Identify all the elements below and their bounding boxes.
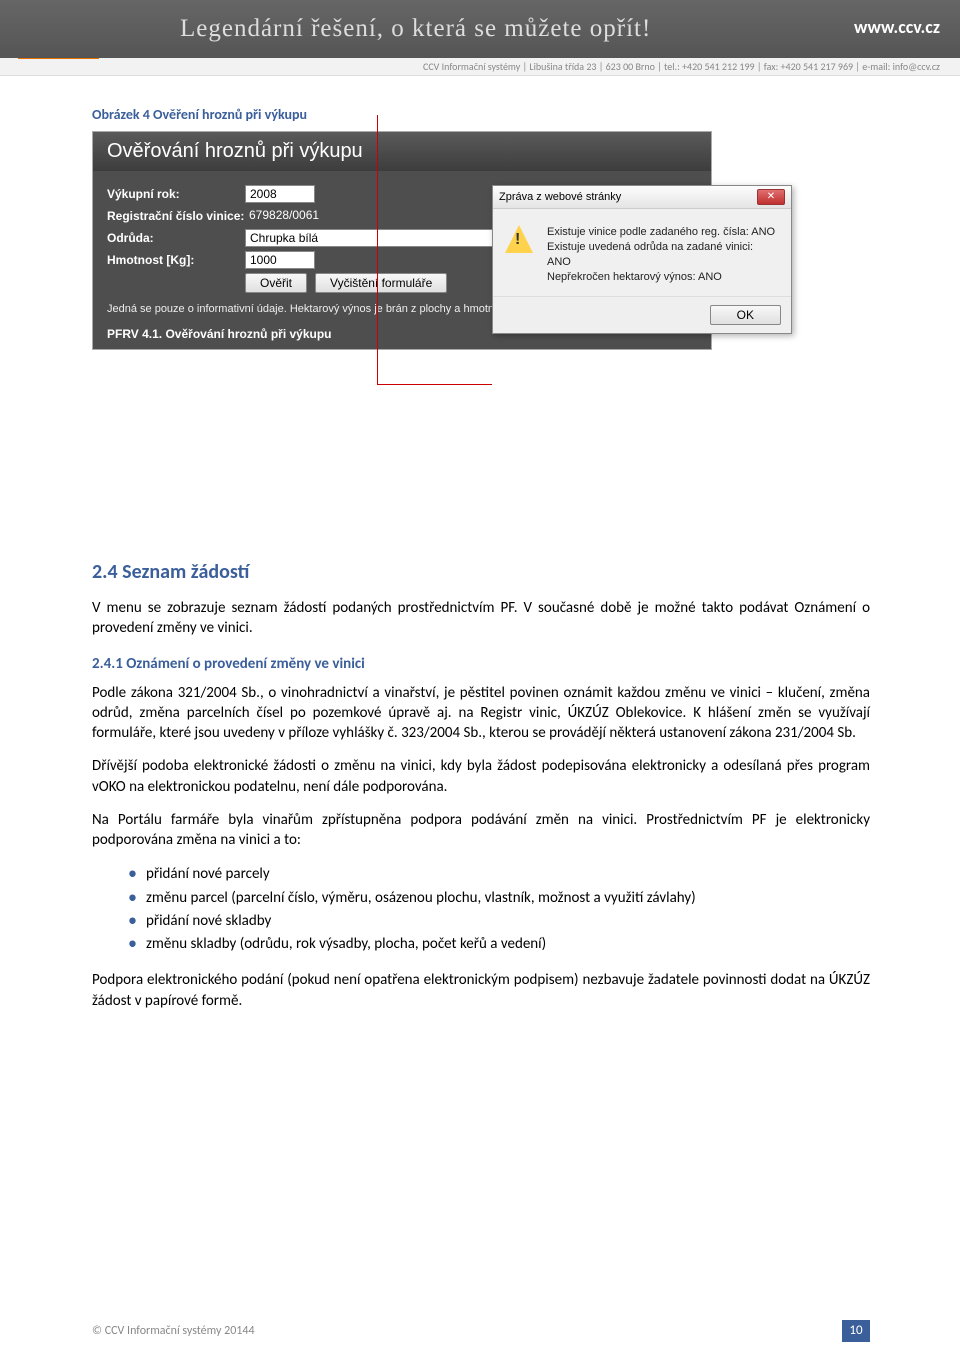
paragraph: Dřívější podoba elektronické žádosti o z… [92,756,870,797]
paragraph: Podle zákona 321/2004 Sb., o vinohradnic… [92,683,870,744]
page-number: 10 [842,1320,870,1342]
list-item: změnu skladby (odrůdu, rok výsadby, ploc… [128,933,870,956]
footer-copyright: © CCV Informační systémy 20144 [92,1324,255,1338]
input-rok[interactable] [245,185,315,203]
paragraph: Na Portálu farmáře byla vinařům zpřístup… [92,810,870,851]
value-reg: 679828/0061 [245,207,323,225]
overit-button[interactable]: Ověřit [245,273,307,293]
label-odruda: Odrůda: [107,231,245,245]
paragraph: Podpora elektronického podání (pokud nen… [92,970,870,1011]
list-item: přidání nové parcely [128,863,870,886]
subsection-heading: 2.4.1 Oznámení o provedení změny ve vini… [92,655,870,673]
dialog-title: Zpráva z webové stránky [499,191,621,203]
close-icon[interactable]: ✕ [757,189,785,205]
paragraph: V menu se zobrazuje seznam žádostí podan… [92,598,870,639]
callout-line [377,115,492,385]
ok-button[interactable]: OK [710,305,781,325]
dialog: Zpráva z webové stránky ✕ Existuje vinic… [492,185,792,334]
dialog-message: Existuje vinice podle zadaného reg. čísl… [547,225,779,284]
list-item: přidání nové skladby [128,910,870,933]
label-rok: Výkupní rok: [107,187,245,201]
dialog-line: Existuje vinice podle zadaného reg. čísl… [547,225,779,240]
label-reg: Registrační číslo vinice: [107,209,245,223]
label-hmot: Hmotnost [Kg]: [107,253,245,267]
bullet-list: přidání nové parcely změnu parcel (parce… [128,863,870,956]
header-slogan: Legendární řešení, o která se můžete opř… [180,15,651,43]
dialog-line: Existuje uvedená odrůda na zadané vinici… [547,240,779,270]
header-banner: Legendární řešení, o která se můžete opř… [0,0,960,58]
list-item: změnu parcel (parcelní číslo, výměru, os… [128,887,870,910]
page-footer: © CCV Informační systémy 20144 10 [0,1320,960,1342]
section-heading: 2.4 Seznam žádostí [92,560,870,584]
input-hmot[interactable] [245,251,315,269]
warning-icon [505,225,533,253]
header-url: www.ccv.cz [854,16,940,38]
dialog-line: Nepřekročen hektarový výnos: ANO [547,270,779,285]
